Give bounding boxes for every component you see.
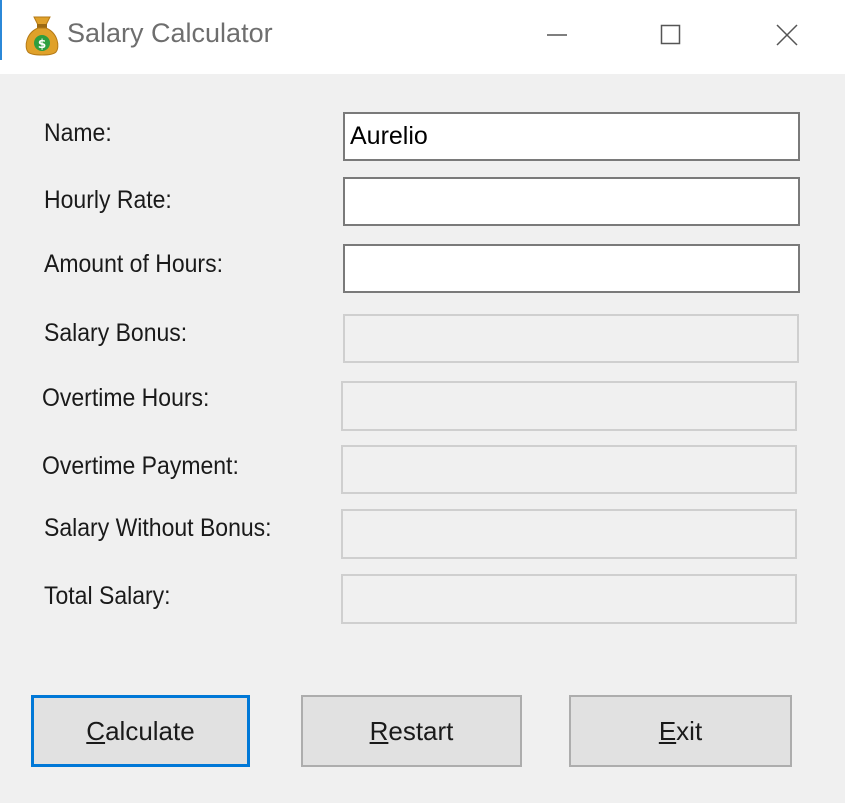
maximize-icon [660, 24, 682, 46]
calculate-button[interactable]: Calculate [31, 695, 250, 767]
window-accent-edge [0, 0, 2, 60]
window-bottom-edge [0, 803, 845, 807]
overtime-hours-output [341, 381, 797, 431]
calculate-mnemonic: C [86, 715, 106, 746]
maximize-button[interactable] [636, 0, 706, 70]
exit-mnemonic: E [658, 715, 677, 746]
overtime-payment-output [341, 445, 797, 494]
total-salary-output [341, 574, 797, 624]
salary-bonus-output [343, 314, 799, 363]
exit-label: xit [676, 715, 703, 746]
salary-calculator-window: $ Salary Calculator Name: Hourly Rate: A… [0, 0, 845, 807]
name-label: Name: [44, 119, 112, 147]
amount-of-hours-input[interactable] [343, 244, 800, 293]
hourly-rate-input[interactable] [343, 177, 800, 226]
salary-without-bonus-output [341, 509, 797, 559]
svg-text:$: $ [38, 37, 46, 51]
window-title: Salary Calculator [67, 18, 273, 48]
minimize-button[interactable] [522, 0, 592, 70]
salary-without-bonus-label: Salary Without Bonus: [44, 514, 272, 542]
title-bar[interactable]: $ Salary Calculator [0, 0, 845, 74]
amount-of-hours-label: Amount of Hours: [44, 250, 223, 278]
close-button[interactable] [752, 0, 822, 70]
calculate-label: alculate [105, 715, 195, 746]
exit-button[interactable]: Exit [569, 695, 792, 767]
restart-button[interactable]: Restart [301, 695, 522, 767]
restart-label: estart [388, 715, 454, 746]
restart-mnemonic: R [369, 715, 389, 746]
salary-bonus-label: Salary Bonus: [44, 319, 188, 347]
money-bag-icon: $ [22, 13, 62, 57]
close-icon [776, 24, 798, 46]
hourly-rate-label: Hourly Rate: [44, 186, 172, 214]
minimize-icon [546, 24, 568, 46]
overtime-payment-label: Overtime Payment: [42, 452, 239, 480]
name-input[interactable] [343, 112, 800, 161]
overtime-hours-label: Overtime Hours: [42, 384, 210, 412]
total-salary-label: Total Salary: [44, 582, 171, 610]
